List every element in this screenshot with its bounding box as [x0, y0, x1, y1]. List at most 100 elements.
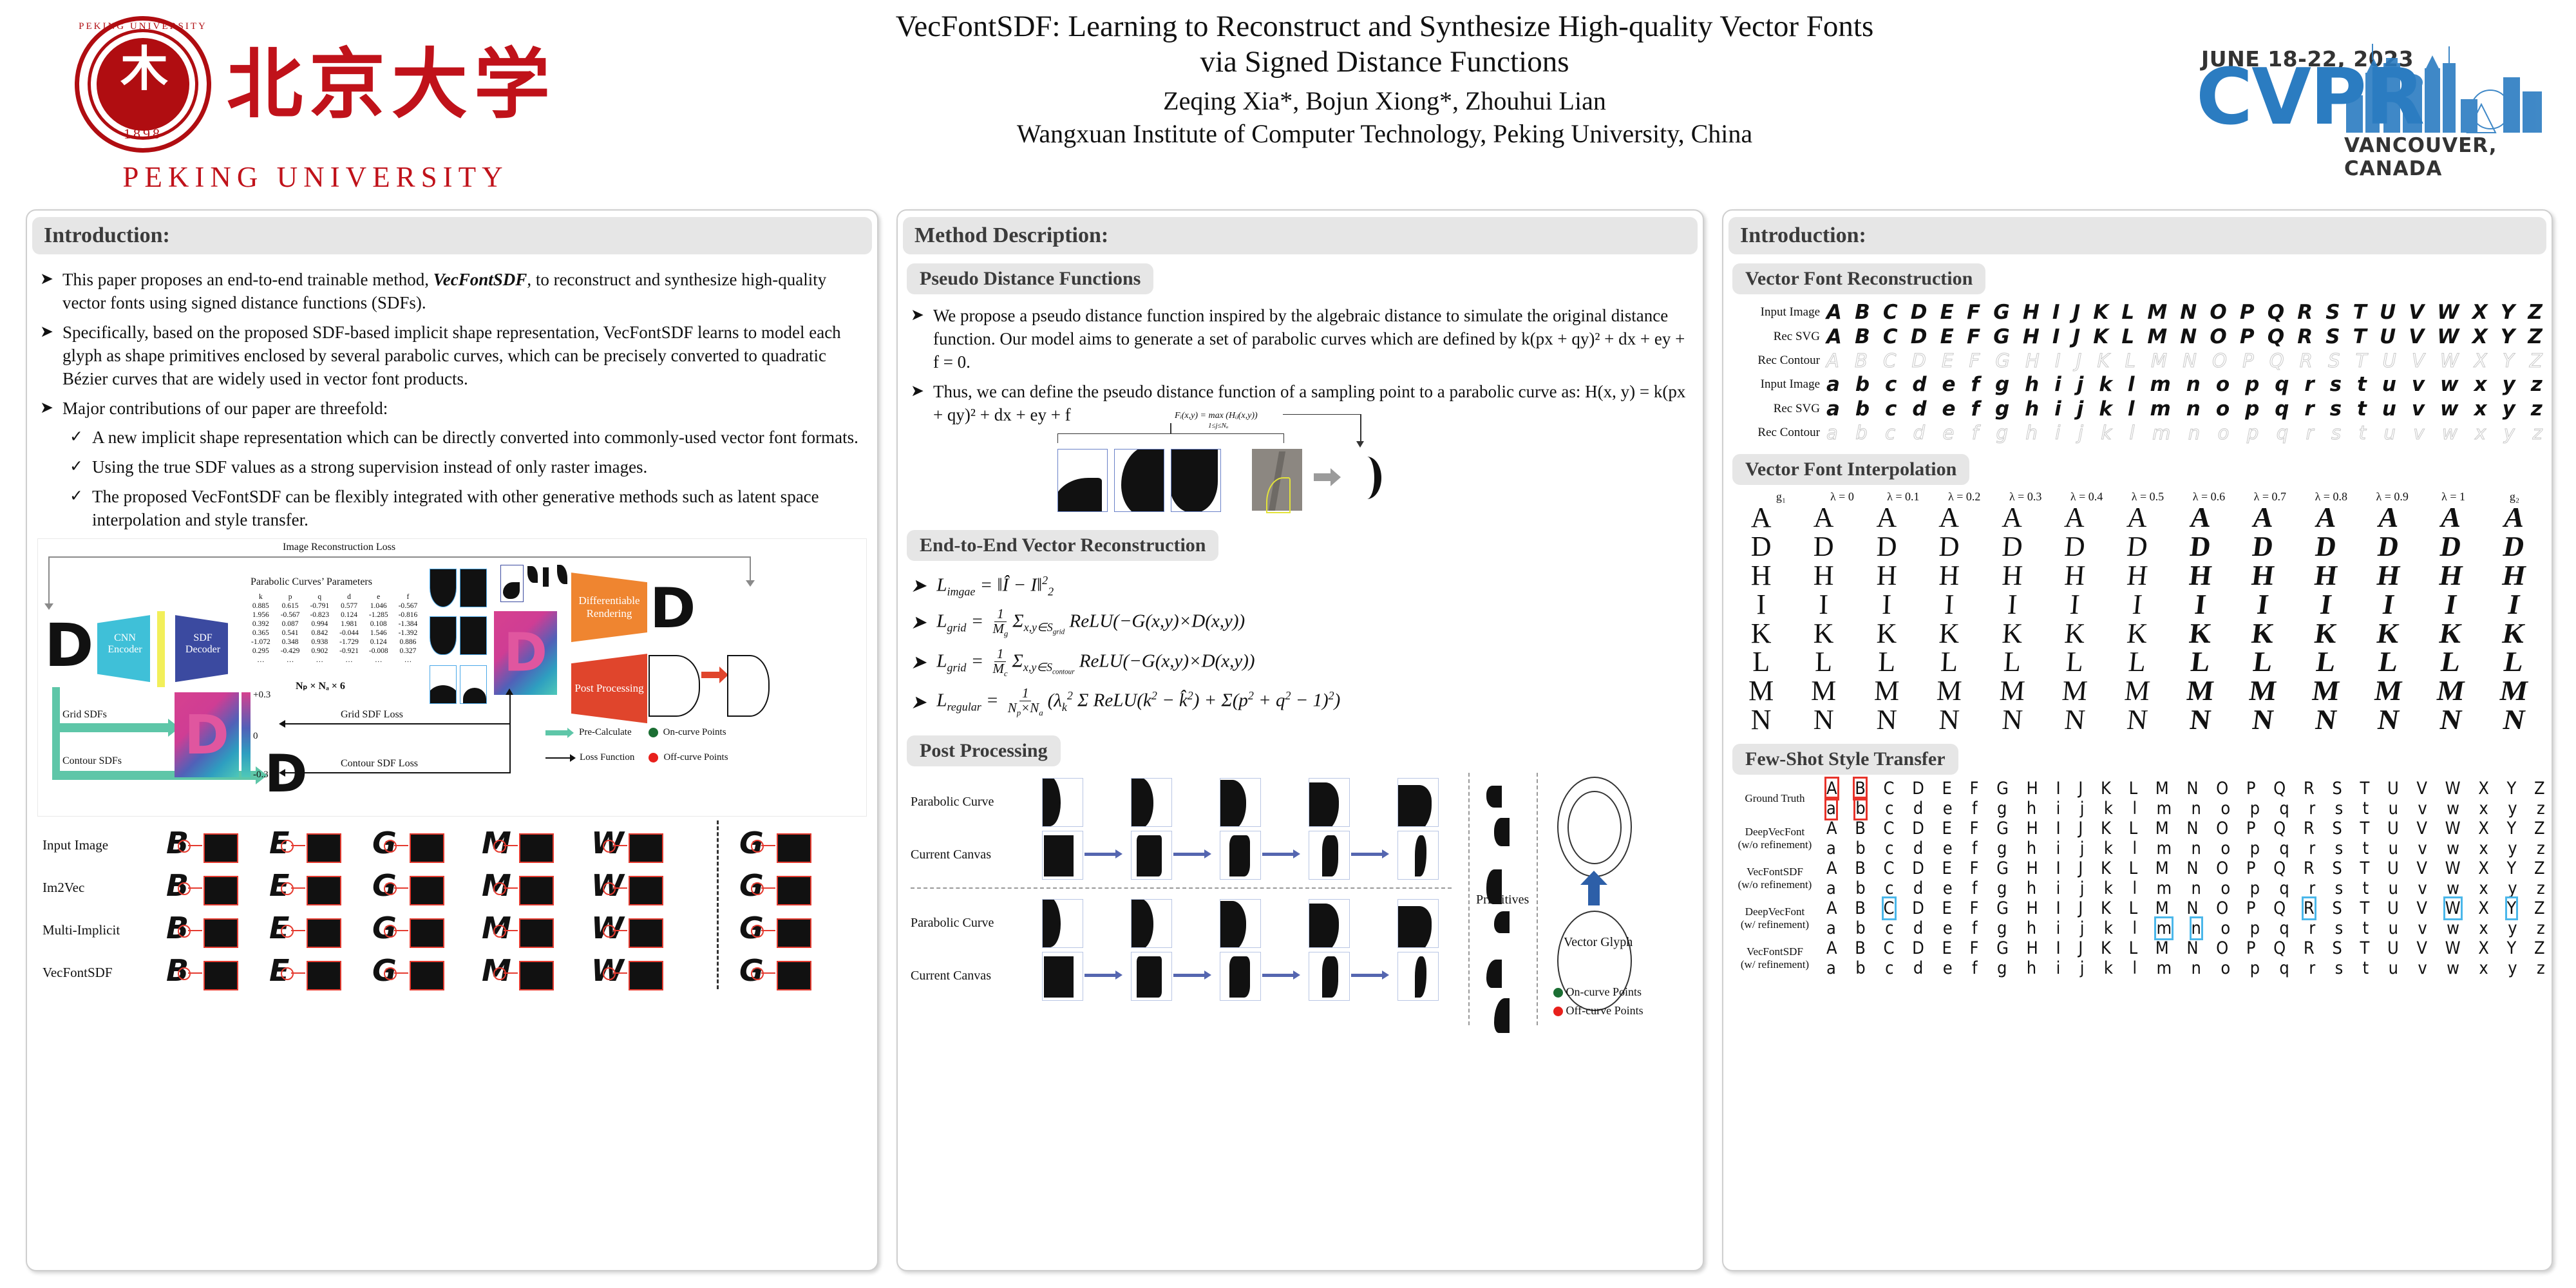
glyph-cell: I: [2052, 325, 2060, 348]
interpolated-glyph: I: [2443, 588, 2459, 620]
glyph-cell: v: [2418, 838, 2427, 858]
glyph-cell: I: [2056, 819, 2061, 838]
alphabet-strip: abcdefghijklmnopqrstuvwxyz: [1826, 373, 2552, 396]
glyph-cell: K: [2101, 819, 2111, 838]
zoom-inset: [410, 833, 444, 864]
zoom-marker-icon: [281, 967, 294, 981]
interpolated-glyph: K: [2249, 617, 2277, 649]
glyph-cell: K: [2097, 350, 2110, 372]
glyph-cell: e: [1942, 799, 1953, 819]
glyph-cell: T: [2360, 898, 2370, 918]
equation-grid-loss: ➤ Lgrid = 1 Mg Σx,y∈Sgrid ReLU(−G(x,y)×D(x…: [911, 605, 1245, 639]
postproc-cell: [1309, 778, 1350, 827]
primitive-thumb: [527, 566, 538, 583]
interpolated-glyph: I: [1756, 588, 1766, 620]
glyph-cell: j: [2079, 878, 2085, 898]
param-cell: 1.956: [252, 611, 269, 620]
zoom-arrow-icon: [291, 930, 305, 932]
glyph-cell: d: [1913, 878, 1924, 898]
param-cell: …: [316, 656, 324, 665]
interpolated-glyph: L: [2314, 646, 2338, 678]
param-cell: -0.816: [398, 611, 418, 620]
interpolated-glyph: D: [2375, 530, 2401, 562]
glyph-cell: w: [2447, 838, 2460, 858]
glyph-cell: k: [2099, 373, 2112, 396]
glyph-cell: e: [1942, 918, 1953, 938]
interpolated-glyph: H: [1938, 559, 1960, 591]
glyph-cell: y: [2508, 918, 2517, 938]
param-cell: 1.546: [370, 629, 387, 638]
glyph-cell: x: [2479, 838, 2488, 858]
postproc-cell: [1042, 899, 1083, 948]
glyph-cell: G: [1995, 350, 2011, 372]
interpolated-glyph: I: [2006, 588, 2018, 620]
interpolated-glyph: M: [2372, 675, 2405, 707]
interpolated-glyph: D: [2500, 530, 2528, 562]
primitives-label: Primitives: [1476, 893, 1530, 907]
glyph-cell: q: [2275, 397, 2289, 421]
contour-sdf-target: D: [265, 744, 308, 804]
comparison-row-label: Multi-Implicit: [43, 922, 120, 938]
param-cell: …: [257, 656, 265, 665]
interpolated-glyph: L: [2251, 646, 2275, 678]
legend-oncurve-label: On-curve Points: [663, 727, 726, 738]
bullet-text: Thus, we can define the pseudo distance …: [933, 381, 1686, 424]
zoom-marker-icon: [751, 925, 764, 938]
interpolated-glyph: H: [2312, 559, 2339, 591]
interpolated-glyph: A: [2313, 502, 2338, 533]
glyph-cell: l: [2132, 799, 2137, 819]
glyph-cell: X: [2474, 350, 2487, 372]
glyph-cell: Z: [2528, 325, 2543, 348]
post-processing-label: Post Processing: [574, 682, 644, 695]
glyph-cell: d: [1913, 838, 1924, 858]
glyph-cell: i: [2054, 397, 2061, 421]
recon-row: Input Image A B C D E F G H I J K L M N O P Q R S T U V W X Y Z: [1723, 301, 2552, 324]
glyph-cell: E: [1942, 938, 1952, 958]
glyph-cell: b: [1853, 797, 1868, 820]
glyph-cell: x: [2479, 918, 2488, 938]
glyph-cell: q: [2279, 799, 2289, 819]
param-cell: -0.567: [398, 602, 418, 611]
glyph-cell: j: [2079, 918, 2085, 938]
glyph-cell: a: [1826, 878, 1836, 898]
param-cell: 0.392: [252, 620, 269, 629]
glyph-cell: k: [2103, 878, 2113, 898]
glyph-cell: f: [1972, 918, 1978, 938]
zoom-inset: [307, 876, 341, 906]
list-item: ✓ The proposed VecFontSDF can be flexibl…: [70, 486, 860, 532]
zoom-inset: [777, 918, 811, 949]
glyph-cell: Y: [2506, 779, 2517, 799]
postproc-cell: [1220, 952, 1261, 1001]
glyph-cell: Z: [2534, 858, 2545, 878]
glyph-cell: A: [1826, 325, 1842, 348]
glyph-cell: U: [2379, 301, 2396, 324]
param-cell: -1.285: [368, 611, 388, 620]
glyph-cell: R: [2301, 896, 2316, 920]
off-curve-dot-icon: [1553, 1007, 1563, 1017]
glyph-cell: Z: [2534, 898, 2545, 918]
glyph-cell: b: [1855, 958, 1866, 978]
zoom-arrow-icon: [761, 845, 775, 847]
glyph-cell: s: [2334, 918, 2344, 938]
glyph-cell: u: [2388, 878, 2398, 898]
postproc-cell: [1131, 952, 1172, 1001]
sdf-decoder-label: SDF Decoder: [185, 632, 221, 656]
zoom-inset: [629, 833, 663, 864]
glyph-cell: T: [2360, 938, 2370, 958]
glyph-cell: q: [2279, 958, 2289, 978]
bullet-arrow-icon: ➤: [911, 307, 924, 324]
zoom-arrow-icon: [613, 845, 627, 847]
fewshot-row-label: DeepVecFont (w/ refinement): [1740, 905, 1810, 931]
param-cell: …: [374, 656, 383, 665]
vancouver-skyline-icon: [2346, 44, 2542, 133]
input-glyph-D: D: [44, 611, 94, 681]
param-cell: -0.008: [368, 647, 388, 656]
interpolated-glyph: A: [1813, 502, 1835, 533]
zoom-inset: [204, 918, 238, 949]
glyph-cell: x: [2474, 397, 2487, 421]
glyph-cell: O: [2216, 898, 2229, 918]
glyph-cell: O: [2216, 819, 2229, 838]
legend-offcurve-label: Off-curve Points: [663, 752, 728, 763]
recon-row: Rec Contour a b c d e f g h i j k l m n o p q r s t u v w x y z: [1723, 422, 2552, 444]
glyph-cell: E: [1940, 325, 1954, 348]
